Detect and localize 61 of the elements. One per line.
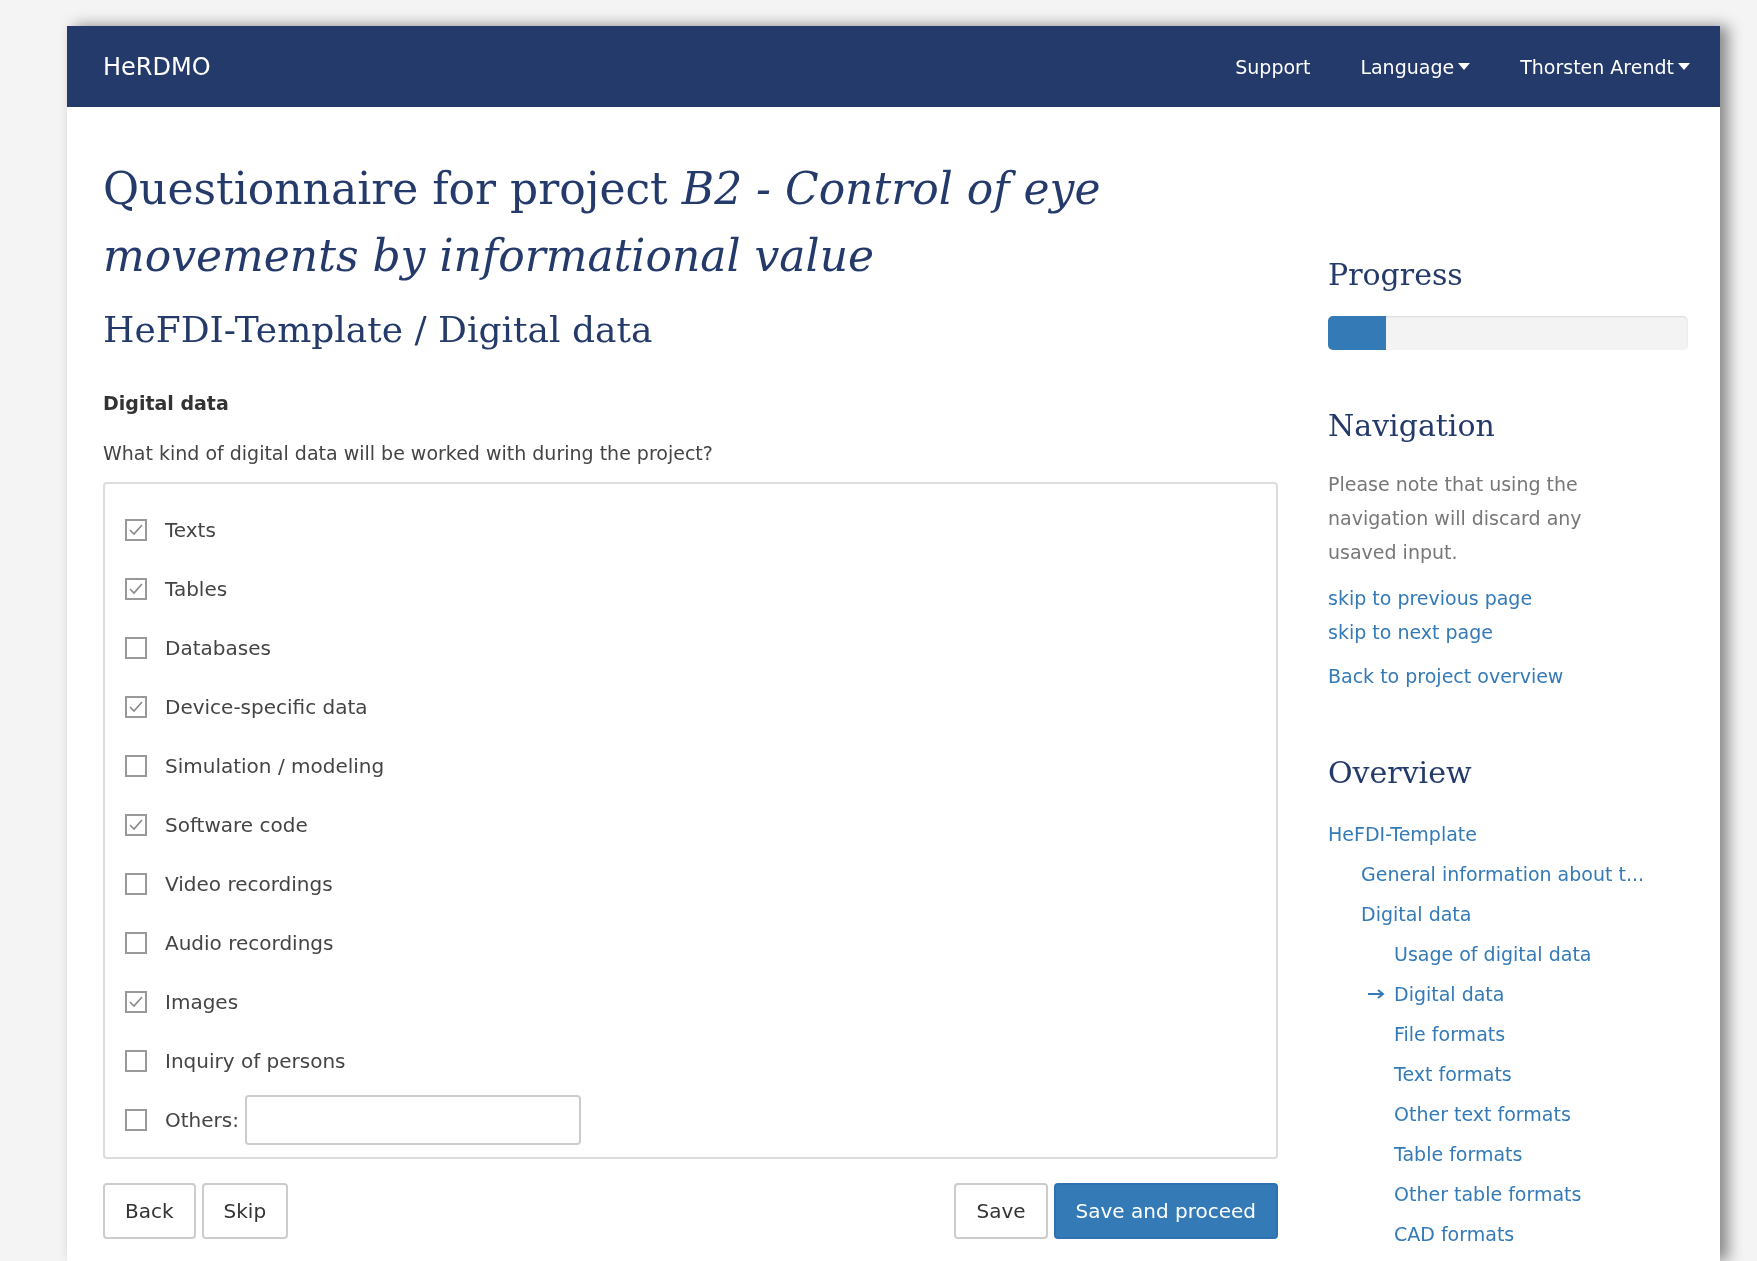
overview-item[interactable]: Text formats (1394, 1063, 1512, 1085)
checkbox[interactable] (125, 990, 147, 1013)
option-label: Simulation / modeling (165, 753, 385, 778)
check-icon (129, 700, 143, 713)
overview-item[interactable]: General information about t... (1361, 863, 1645, 885)
overview-item[interactable]: CAD formats (1394, 1223, 1515, 1245)
brand[interactable]: HeRDMO (103, 52, 1186, 81)
overview-item[interactable]: Usage of digital data (1394, 943, 1592, 965)
option-label: Databases (165, 635, 271, 660)
option-label: Tables (165, 576, 228, 601)
nav-link[interactable]: Thorsten Arendt (1520, 55, 1690, 78)
overview-item[interactable]: Other table formats (1394, 1183, 1582, 1205)
question-text: What kind of digital data will be worked with during the project? (103, 442, 714, 464)
checkbox[interactable] (125, 636, 147, 659)
section-heading: Progress (1328, 257, 1464, 292)
back-link[interactable]: Back to project overview (1328, 659, 1688, 693)
nav-link[interactable]: Language (1360, 55, 1471, 78)
option-label: Inquiry of persons (165, 1048, 346, 1073)
option-label: Video recordings (165, 871, 333, 896)
check-icon (129, 582, 143, 595)
overview-item[interactable]: Other text formats (1394, 1103, 1571, 1125)
save-button[interactable]: Save (954, 1183, 1048, 1239)
checkbox[interactable] (125, 577, 147, 600)
question-label: Digital data (103, 392, 230, 414)
caret-icon (1458, 63, 1471, 70)
checkbox[interactable] (125, 518, 147, 541)
caret-icon (1678, 63, 1690, 70)
option-label: Others: (165, 1107, 239, 1132)
section-heading: Overview (1328, 755, 1473, 790)
checkbox[interactable] (125, 931, 147, 954)
skip-link[interactable]: skip to previous page (1328, 581, 1688, 615)
input-field[interactable] (244, 1094, 581, 1145)
check-icon (129, 995, 143, 1008)
nav-link[interactable]: Support (1235, 55, 1311, 78)
overview-item[interactable]: HeFDI-Template (1328, 823, 1477, 845)
checkbox[interactable] (125, 1049, 147, 1072)
section-heading: Navigation (1328, 408, 1496, 443)
option-label: Audio recordings (165, 930, 334, 955)
arrow-icon (1368, 989, 1386, 999)
option-label: Device-specific data (165, 694, 368, 719)
checkbox[interactable] (125, 872, 147, 895)
navigation-note: Please note that using the navigation will discard any usaved input. (1328, 472, 1583, 565)
save-button[interactable]: Save and proceed (1053, 1183, 1278, 1239)
check-icon (129, 818, 143, 831)
overview-item[interactable]: Table formats (1394, 1143, 1523, 1165)
checkbox[interactable] (125, 1108, 147, 1131)
nav-button[interactable]: Skip (201, 1183, 289, 1239)
overview-item[interactable]: File formats (1394, 1023, 1506, 1045)
skip-link[interactable]: skip to next page (1328, 615, 1688, 649)
option-label: Software code (165, 812, 308, 837)
page-title: Questionnaire for project B2 - Control of eye movements by informational value (103, 162, 1102, 283)
overview-item[interactable]: Digital data (1394, 983, 1505, 1005)
option-label: Images (165, 989, 239, 1014)
page-subtitle: HeFDI-Template / Digital data (103, 309, 654, 350)
checkbox[interactable] (125, 813, 147, 836)
checkbox[interactable] (125, 754, 147, 777)
nav-button[interactable]: Back (103, 1183, 196, 1239)
overview-item[interactable]: Digital data (1361, 903, 1472, 925)
option-label: Texts (165, 517, 216, 542)
check-icon (129, 523, 143, 536)
checkbox[interactable] (125, 695, 147, 718)
